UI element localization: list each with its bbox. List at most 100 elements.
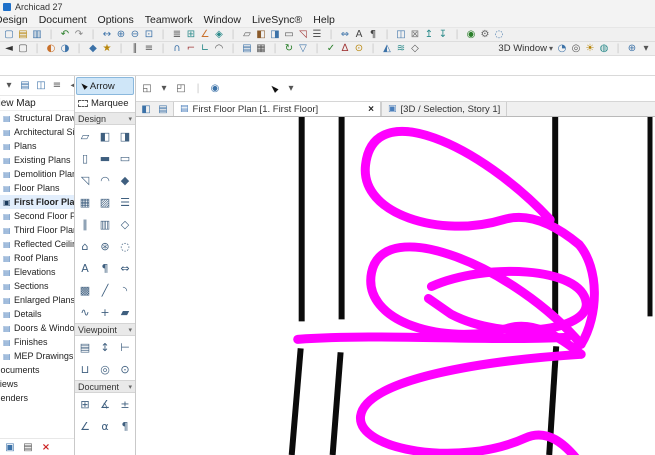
- beam-tool-icon[interactable]: ▬: [95, 147, 115, 169]
- tree-item-sections[interactable]: ▤ Sections: [0, 279, 74, 293]
- text-annotation-tool-icon[interactable]: α: [95, 415, 115, 437]
- tab-first-floor-plan[interactable]: ▤ First Floor Plan [1. First Floor] ×: [173, 102, 381, 116]
- slab-icon[interactable]: ▭: [282, 28, 296, 41]
- wall-tool-icon[interactable]: ▱: [75, 125, 95, 147]
- dropdown-caret-icon[interactable]: ▾: [157, 82, 171, 95]
- level-dimension-tool-icon[interactable]: ±: [115, 393, 135, 415]
- tree-item-finishes[interactable]: ▤ Finishes: [0, 335, 74, 349]
- door-icon[interactable]: ◧: [254, 28, 268, 41]
- arc-tool-icon[interactable]: ◝: [115, 279, 135, 301]
- profile-manager-icon[interactable]: ◭: [380, 42, 394, 55]
- lamp-tool-icon[interactable]: ⊛: [95, 235, 115, 257]
- roof-tool-icon[interactable]: ◹: [75, 169, 95, 191]
- window-tool-icon[interactable]: ◨: [115, 125, 135, 147]
- arrow-tool-button[interactable]: ◄ Arrow: [76, 77, 134, 95]
- send-backward-icon[interactable]: ↧: [436, 28, 450, 41]
- guide-lines-icon[interactable]: ∠: [198, 28, 212, 41]
- dimension-icon[interactable]: ⇔: [338, 28, 352, 41]
- menu-options[interactable]: Options: [98, 14, 134, 26]
- dimension-tool-icon[interactable]: ⇔: [115, 257, 135, 279]
- favorites-icon[interactable]: ★: [100, 42, 114, 55]
- tree-item-first-floor-plan[interactable]: ▣ First Floor Plan: [0, 195, 74, 209]
- trace-reference-icon[interactable]: ◐: [44, 42, 58, 55]
- project-chooser-icon[interactable]: ▾: [2, 79, 16, 92]
- spline-tool-icon[interactable]: ∿: [75, 301, 95, 323]
- text-tool-icon[interactable]: A: [75, 257, 95, 279]
- redo-icon[interactable]: ↷: [72, 28, 86, 41]
- settings-icon[interactable]: ⚙: [478, 28, 492, 41]
- layers-icon[interactable]: ≣: [170, 28, 184, 41]
- detail-tool-icon[interactable]: ⊙: [115, 358, 135, 380]
- interior-elevation-tool-icon[interactable]: ⊔: [75, 358, 95, 380]
- align-icon[interactable]: ∥: [128, 42, 142, 55]
- view-map-header[interactable]: View Map: [0, 96, 74, 111]
- hotspot-tool-icon[interactable]: +: [95, 301, 115, 323]
- viewpoint-section-header[interactable]: Viewpoint ▾: [75, 323, 135, 336]
- object-tool-icon[interactable]: ⌂: [75, 235, 95, 257]
- text-icon[interactable]: A: [352, 28, 366, 41]
- quick-options-icon[interactable]: ◧: [139, 103, 153, 116]
- section-tool-icon[interactable]: ↕: [95, 336, 115, 358]
- snap-points-icon[interactable]: ◈: [212, 28, 226, 41]
- stair-tool-icon[interactable]: ☰: [115, 191, 135, 213]
- curtain-wall-tool-icon[interactable]: ▥: [95, 213, 115, 235]
- tree-item-existing-plans[interactable]: ▤ Existing Plans: [0, 153, 74, 167]
- tree-item-structural-drawings[interactable]: ▤Structural Drawings: [0, 111, 74, 125]
- renovation-icon[interactable]: ↻: [282, 42, 296, 55]
- stories-icon[interactable]: ▤: [240, 42, 254, 55]
- change-manager-icon[interactable]: ∆: [338, 42, 352, 55]
- undo-icon[interactable]: ↶: [58, 28, 72, 41]
- column-tool-icon[interactable]: ▯: [75, 147, 95, 169]
- fillet-icon[interactable]: ◠: [212, 42, 226, 55]
- search-icon[interactable]: ◌: [492, 28, 506, 41]
- trim-icon[interactable]: ⌐: [184, 42, 198, 55]
- wall-left-outer-lower[interactable]: [288, 348, 304, 455]
- coil-loop-4[interactable]: [356, 349, 586, 455]
- distribute-icon[interactable]: ≡: [142, 42, 156, 55]
- elevation-tool-icon[interactable]: ⊢: [115, 336, 135, 358]
- coil-loop-1[interactable]: [361, 126, 584, 250]
- adjust-icon[interactable]: ∟: [198, 42, 212, 55]
- dropdown-caret-icon[interactable]: ▾: [284, 82, 298, 95]
- worksheet-tool-icon[interactable]: ∡: [95, 393, 115, 415]
- label-tool-icon[interactable]: ¶: [95, 257, 115, 279]
- teamwork-icon[interactable]: ◉: [464, 28, 478, 41]
- zoom-out-icon[interactable]: ⊖: [128, 28, 142, 41]
- selection-style-icon[interactable]: ◱: [140, 82, 154, 95]
- menu-livesync[interactable]: LiveSync®: [252, 14, 302, 26]
- menu-design[interactable]: Design: [0, 14, 28, 26]
- camera-icon[interactable]: ◎: [569, 42, 583, 55]
- attributes-icon[interactable]: ≋: [394, 42, 408, 55]
- line-tool-icon[interactable]: ╱: [95, 279, 115, 301]
- design-section-header[interactable]: Design ▾: [75, 112, 135, 125]
- camera-tool-icon[interactable]: ◎: [95, 358, 115, 380]
- opening-tool-icon[interactable]: ◌: [115, 235, 135, 257]
- 3d-window-dropdown[interactable]: 3D Window: [498, 43, 547, 54]
- layers-dialog-icon[interactable]: ▦: [254, 42, 268, 55]
- arrow-tool-icon[interactable]: ◄: [2, 42, 16, 55]
- tab-3d-selection[interactable]: ▣ [3D / Selection, Story 1]: [381, 102, 508, 116]
- sun-study-icon[interactable]: ☀: [583, 42, 597, 55]
- tree-item-details[interactable]: ▤ Details: [0, 307, 74, 321]
- figure-tool-icon[interactable]: ▰: [115, 301, 135, 323]
- navigator-map-icon[interactable]: ▤: [18, 79, 32, 92]
- grid-snap-icon[interactable]: ⊞: [184, 28, 198, 41]
- tree-item-renders[interactable]: Renders: [0, 391, 74, 405]
- menu-window[interactable]: Window: [204, 14, 241, 26]
- zoom-in-icon[interactable]: ⊕: [114, 28, 128, 41]
- mesh-tool-icon[interactable]: ▦: [75, 191, 95, 213]
- virtual-trace-icon[interactable]: ◑: [58, 42, 72, 55]
- snap-guides-icon[interactable]: ◉: [208, 82, 222, 95]
- bring-forward-icon[interactable]: ↥: [422, 28, 436, 41]
- tree-item-views[interactable]: Views: [0, 377, 74, 391]
- fill-tool-icon[interactable]: ▩: [75, 279, 95, 301]
- morph-tool-icon[interactable]: ◆: [115, 169, 135, 191]
- marquee-style-icon[interactable]: ◰: [174, 82, 188, 95]
- coil-crossbar[interactable]: [293, 332, 572, 344]
- tree-item-elevations[interactable]: ▤ Elevations: [0, 265, 74, 279]
- tree-item-floor-plans[interactable]: ▤ Floor Plans: [0, 181, 74, 195]
- delete-view-icon[interactable]: ×: [39, 441, 53, 454]
- new-icon[interactable]: ▢: [2, 28, 16, 41]
- slab-tool-icon[interactable]: ▭: [115, 147, 135, 169]
- chevron-down-icon[interactable]: ▾: [547, 44, 555, 53]
